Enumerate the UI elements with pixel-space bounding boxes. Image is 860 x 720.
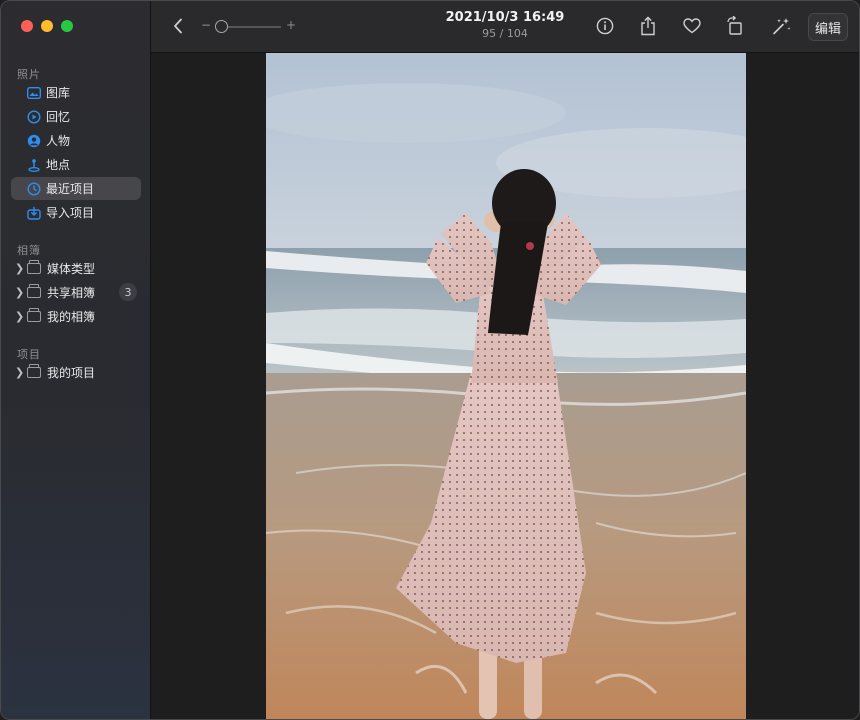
section-label-projects: 项目 bbox=[17, 348, 41, 361]
sidebar-item-media-types[interactable]: ❯ 媒体类型 bbox=[11, 257, 141, 280]
photo-title: 2021/10/3 16:49 95 / 104 bbox=[419, 10, 591, 40]
photo[interactable] bbox=[266, 53, 746, 719]
photo-library-icon bbox=[27, 86, 41, 100]
people-icon bbox=[27, 134, 41, 148]
photos-window: 照片 图库 回忆 人物 地点 最近项目 导入项目 相簿 ❯ 媒体类型 ❯ 共享相… bbox=[0, 0, 860, 720]
chevron-right-icon[interactable]: ❯ bbox=[15, 310, 25, 323]
sidebar-item-my-projects[interactable]: ❯ 我的项目 bbox=[11, 361, 141, 384]
recents-icon bbox=[27, 181, 41, 196]
rotate-button[interactable] bbox=[723, 14, 747, 38]
share-button[interactable] bbox=[636, 14, 660, 38]
sidebar-item-label: 地点 bbox=[46, 158, 71, 172]
magic-wand-icon bbox=[773, 18, 791, 35]
photo-date: 2021/10/3 16:49 bbox=[445, 10, 565, 25]
count-badge: 3 bbox=[119, 283, 137, 301]
places-icon bbox=[27, 158, 41, 172]
memories-icon bbox=[27, 109, 41, 124]
imports-icon bbox=[27, 206, 41, 220]
folder-icon bbox=[27, 364, 41, 378]
sidebar-item-label: 回忆 bbox=[46, 110, 71, 124]
heart-icon bbox=[683, 18, 701, 34]
folder-icon bbox=[27, 308, 41, 322]
section-label-albums: 相簿 bbox=[17, 244, 41, 257]
sidebar-item-places[interactable]: 地点 bbox=[11, 153, 141, 176]
beach-photo-image bbox=[266, 53, 746, 719]
photo-count: 95 / 104 bbox=[482, 27, 528, 40]
zoom-slider-track[interactable] bbox=[221, 26, 281, 28]
share-icon bbox=[641, 16, 655, 36]
edit-button[interactable]: 编辑 bbox=[808, 13, 848, 41]
sidebar-item-recents[interactable]: 最近项目 bbox=[11, 177, 141, 200]
sidebar-item-memories[interactable]: 回忆 bbox=[11, 105, 141, 128]
minimize-window-button[interactable] bbox=[41, 20, 53, 32]
rotate-icon bbox=[727, 16, 742, 35]
sidebar-item-library[interactable]: 图库 bbox=[11, 81, 141, 104]
sidebar-item-shared-albums[interactable]: ❯ 共享相簿 3 bbox=[11, 281, 141, 304]
photo-viewer bbox=[151, 53, 859, 719]
info-icon bbox=[596, 17, 614, 35]
sidebar-item-my-albums[interactable]: ❯ 我的相簿 bbox=[11, 305, 141, 328]
chevron-right-icon[interactable]: ❯ bbox=[15, 262, 25, 275]
sidebar-item-label: 我的项目 bbox=[47, 366, 96, 380]
sidebar-item-label: 我的相簿 bbox=[47, 310, 96, 324]
zoom-in-button[interactable]: + bbox=[286, 18, 296, 32]
zoom-out-button[interactable]: − bbox=[201, 18, 211, 32]
section-label-photos: 照片 bbox=[17, 68, 41, 81]
shared-folder-icon bbox=[27, 284, 41, 298]
sidebar: 照片 图库 回忆 人物 地点 最近项目 导入项目 相簿 ❯ 媒体类型 ❯ 共享相… bbox=[1, 1, 151, 719]
sidebar-item-label: 共享相簿 bbox=[47, 286, 96, 300]
auto-enhance-button[interactable] bbox=[770, 14, 794, 38]
sidebar-item-label: 媒体类型 bbox=[47, 262, 96, 276]
sidebar-item-people[interactable]: 人物 bbox=[11, 129, 141, 152]
fullscreen-window-button[interactable] bbox=[61, 20, 73, 32]
back-button[interactable] bbox=[166, 14, 190, 38]
favorite-button[interactable] bbox=[680, 14, 704, 38]
sidebar-item-label: 最近项目 bbox=[46, 182, 95, 196]
chevron-left-icon bbox=[174, 18, 182, 34]
chevron-right-icon[interactable]: ❯ bbox=[15, 366, 25, 379]
sidebar-item-label: 导入项目 bbox=[46, 206, 95, 220]
sidebar-item-label: 图库 bbox=[46, 86, 71, 100]
chevron-right-icon[interactable]: ❯ bbox=[15, 286, 25, 299]
close-window-button[interactable] bbox=[21, 20, 33, 32]
info-button[interactable] bbox=[593, 14, 617, 38]
sidebar-item-label: 人物 bbox=[46, 134, 71, 148]
zoom-slider-knob[interactable] bbox=[215, 20, 228, 33]
sidebar-item-imports[interactable]: 导入项目 bbox=[11, 201, 141, 224]
folder-icon bbox=[27, 260, 41, 274]
toolbar: − + 2021/10/3 16:49 95 / 104 编辑 bbox=[151, 1, 859, 53]
